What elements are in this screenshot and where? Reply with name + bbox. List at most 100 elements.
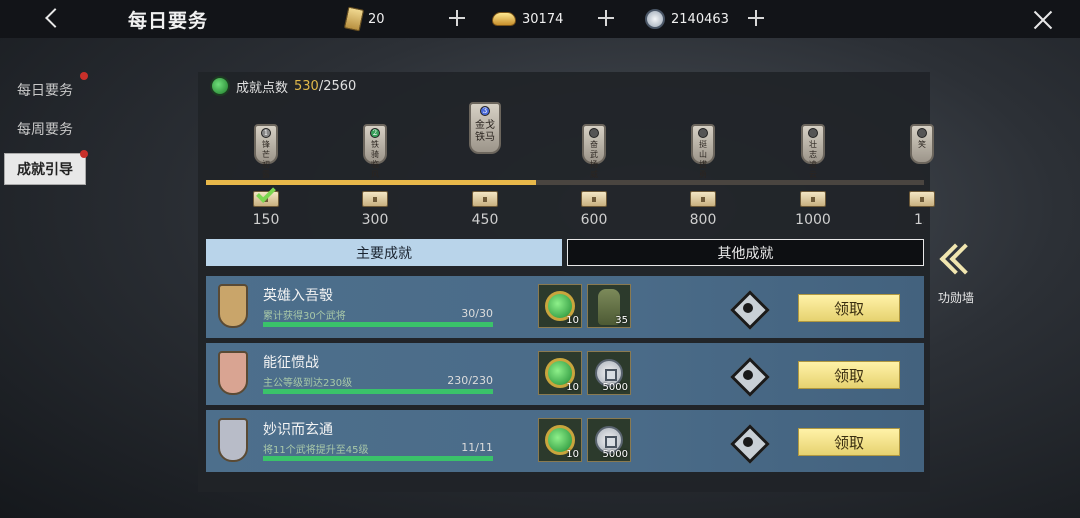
claim-button[interactable]: 领取 [798, 294, 900, 322]
resource-coin: 2140463 [645, 9, 729, 29]
reward-qty: 35 [615, 315, 628, 326]
achievement-title: 妙识而玄通 [263, 422, 333, 438]
achievement-progress-fill [263, 322, 493, 327]
achievement-desc: 主公等级到达230级 [263, 378, 353, 389]
back-arrow-icon[interactable] [40, 6, 66, 32]
reward-item[interactable]: 10 [538, 351, 582, 395]
reward-chest-icon[interactable] [800, 191, 826, 207]
achievement-progress-fill [263, 456, 493, 461]
milestone-tag-ring [589, 128, 599, 138]
reward-qty: 10 [566, 315, 579, 326]
reward-qty: 5000 [602, 382, 628, 393]
coin-value: 2140463 [671, 11, 729, 27]
reward-chest-icon[interactable] [690, 191, 716, 207]
tab-main-achievements[interactable]: 主要成就 [206, 239, 562, 266]
achievement-title: 英雄入吾彀 [263, 288, 333, 304]
reward-item[interactable]: 10 [538, 418, 582, 462]
milestone-progress-fill [206, 180, 537, 185]
tab-label: 其他成就 [717, 245, 774, 262]
merit-wall-label[interactable]: 功勋墙 [938, 289, 974, 306]
gold-ingot-icon [492, 12, 516, 26]
milestone-tag-text: 铁骑临风 [371, 140, 379, 179]
milestone-tag-text: 金戈铁马 [475, 120, 495, 143]
eye-icon[interactable] [731, 425, 765, 459]
reward-chest-icon[interactable] [472, 191, 498, 207]
milestone-tag-ring [917, 128, 927, 138]
achievement-title: 能征惯战 [263, 355, 319, 371]
reward-qty: 5000 [602, 449, 628, 460]
milestone-tag[interactable]: 奋武扬威 [582, 124, 606, 179]
milestone-points: 13 [914, 212, 924, 228]
notification-dot [80, 150, 88, 158]
sidebar-item-label: 成就引导 [17, 162, 73, 178]
double-chevron-left-icon[interactable] [936, 243, 981, 280]
achievement-count: 11/11 [461, 441, 493, 454]
achievement-progress-fill [263, 389, 493, 394]
reward-chest-icon[interactable] [581, 191, 607, 207]
sidebar-item-daily[interactable]: 每日要务 [4, 74, 86, 106]
milestone-tag-ring: 1 [261, 128, 271, 138]
eye-icon[interactable] [731, 358, 765, 392]
close-icon[interactable] [1031, 8, 1055, 32]
milestone-tag[interactable]: 挺山拔勇 [691, 124, 715, 179]
sidebar-item-weekly[interactable]: 每周要务 [4, 113, 86, 145]
points-label: 成就点数 [236, 80, 289, 96]
sidebar-item-label: 每周要务 [17, 122, 73, 138]
add-gold-button[interactable] [597, 9, 615, 27]
milestone-tag-ring [698, 128, 708, 138]
reward-chest-icon[interactable] [909, 191, 935, 207]
achievement-points: 成就点数 530 /2560 [210, 76, 356, 96]
claim-button[interactable]: 领取 [798, 428, 900, 456]
coin-icon [645, 9, 665, 29]
milestone-tag-text: 挺山拔勇 [699, 140, 707, 179]
reward-item[interactable]: 5000 [587, 418, 631, 462]
reward-qty: 10 [566, 382, 579, 393]
milestone-points: 450 [471, 212, 499, 228]
achievement-row: 妙识而玄通将11个武将提升至45级 11/11 10 5000 领取 [206, 410, 924, 472]
notification-dot [80, 72, 88, 80]
achievement-badge-icon [218, 351, 248, 395]
reward-chest-icon[interactable] [362, 191, 388, 207]
milestone-tag[interactable]: 3 金戈铁马 [469, 102, 501, 154]
milestone-tag[interactable]: 壮志凌云 [801, 124, 825, 179]
milestone-tag[interactable]: 2 铁骑临风 [363, 124, 387, 179]
reward-item[interactable]: 5000 [587, 351, 631, 395]
milestone-tag[interactable]: 笑 [910, 124, 934, 164]
reward-item[interactable]: 35 [587, 284, 631, 328]
add-token-button[interactable] [448, 9, 466, 27]
achievement-row: 能征惯战主公等级到达230级 230/230 10 5000 领取 [206, 343, 924, 405]
resource-token: 20 [343, 6, 385, 32]
points-current: 530 [294, 78, 319, 94]
reward-qty: 10 [566, 449, 579, 460]
top-bar: 每日要务 20 30174 2140463 [0, 0, 1080, 38]
milestone-points: 600 [580, 212, 608, 228]
milestone-tag-text: 笑 [918, 140, 926, 149]
milestone-tag-ring [808, 128, 818, 138]
add-coin-button[interactable] [747, 9, 765, 27]
achievement-badge-icon [218, 284, 248, 328]
milestone-tag-text: 锋芒初露 [262, 140, 270, 179]
token-value: 20 [368, 11, 385, 27]
page-title: 每日要务 [128, 10, 209, 32]
milestone-points: 800 [689, 212, 717, 228]
milestone-tag[interactable]: 1 锋芒初露 [254, 124, 278, 179]
milestone-points: 150 [252, 212, 280, 228]
milestone-tag-text: 壮志凌云 [809, 140, 817, 179]
reward-item[interactable]: 10 [538, 284, 582, 328]
tab-label: 主要成就 [356, 245, 412, 262]
token-icon [343, 6, 365, 32]
claim-button[interactable]: 领取 [798, 361, 900, 389]
milestone-points: 1000 [795, 212, 831, 228]
milestone-tag-text: 奋武扬威 [590, 140, 598, 179]
achievement-count: 230/230 [447, 374, 493, 387]
milestone-tag-ring: 3 [480, 106, 490, 116]
points-total: /2560 [318, 78, 357, 94]
achievement-badge-icon [218, 418, 248, 462]
achievement-row: 英雄入吾彀 累计获得30个武将 30/30 10 35 领取 [206, 276, 924, 338]
tab-other-achievements[interactable]: 其他成就 [567, 239, 924, 266]
sidebar-item-achievement-guide[interactable]: 成就引导 [4, 153, 86, 185]
achievement-desc: 将11个武将提升至45级 [263, 445, 369, 456]
achievement-desc: 累计获得30个武将 [263, 311, 346, 322]
eye-icon[interactable] [731, 291, 765, 325]
jade-icon [210, 76, 230, 96]
